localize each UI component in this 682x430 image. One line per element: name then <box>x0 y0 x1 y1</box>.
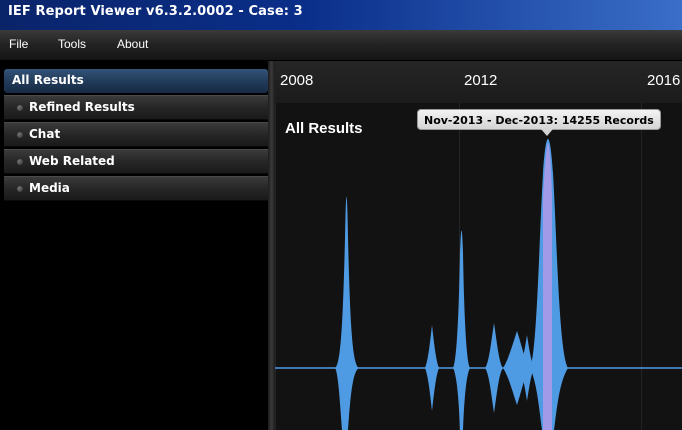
sidebar-header-label: All Results <box>12 73 84 87</box>
activity-burst[interactable] <box>485 323 503 413</box>
year-label: 2012 <box>464 72 498 89</box>
year-label: 2008 <box>280 72 314 89</box>
tooltip-text: Nov-2013 - Dec-2013: 14255 Records <box>424 114 654 127</box>
menu-file[interactable]: File <box>9 37 28 51</box>
bullet-icon <box>17 132 23 138</box>
selected-period-highlight[interactable] <box>543 143 552 430</box>
year-axis: 2008 2012 2016 <box>275 61 682 104</box>
sidebar-item-label: Web Related <box>29 154 115 168</box>
menu-bar: File Tools About <box>0 30 682 61</box>
activity-burst[interactable] <box>335 196 359 430</box>
results-sidebar: All Results Refined Results Chat Web Rel… <box>0 61 268 430</box>
plot-title: All Results <box>285 120 363 137</box>
title-bar: IEF Report Viewer v6.3.2.0002 - Case: 3 <box>0 0 682 30</box>
timeline-graph[interactable] <box>275 103 682 430</box>
sidebar-item-label: Refined Results <box>29 100 135 114</box>
bullet-icon <box>17 186 23 192</box>
sidebar-item-chat[interactable]: Chat <box>4 122 268 147</box>
window-title: IEF Report Viewer v6.3.2.0002 - Case: 3 <box>8 4 303 19</box>
panel-splitter[interactable] <box>268 61 275 430</box>
activity-burst[interactable] <box>425 325 439 411</box>
sidebar-header-all-results[interactable]: All Results <box>4 69 268 93</box>
bullet-icon <box>17 105 23 111</box>
sidebar-item-label: Chat <box>29 127 61 141</box>
sidebar-item-refined-results[interactable]: Refined Results <box>4 95 268 120</box>
period-tooltip: Nov-2013 - Dec-2013: 14255 Records <box>417 109 661 136</box>
sidebar-item-web-related[interactable]: Web Related <box>4 149 268 174</box>
sidebar-item-label: Media <box>29 181 70 195</box>
bullet-icon <box>17 159 23 165</box>
timeline-panel: 2008 2012 2016 All Results Nov-2013 - De… <box>275 61 682 430</box>
menu-about[interactable]: About <box>117 37 148 51</box>
tooltip-pointer <box>541 129 553 136</box>
year-label: 2016 <box>647 72 681 89</box>
menu-tools[interactable]: Tools <box>58 37 86 51</box>
sidebar-item-media[interactable]: Media <box>4 176 268 201</box>
timeline-plot[interactable]: All Results Nov-2013 - Dec-2013: 14255 R… <box>275 103 682 430</box>
activity-burst[interactable] <box>453 230 470 430</box>
